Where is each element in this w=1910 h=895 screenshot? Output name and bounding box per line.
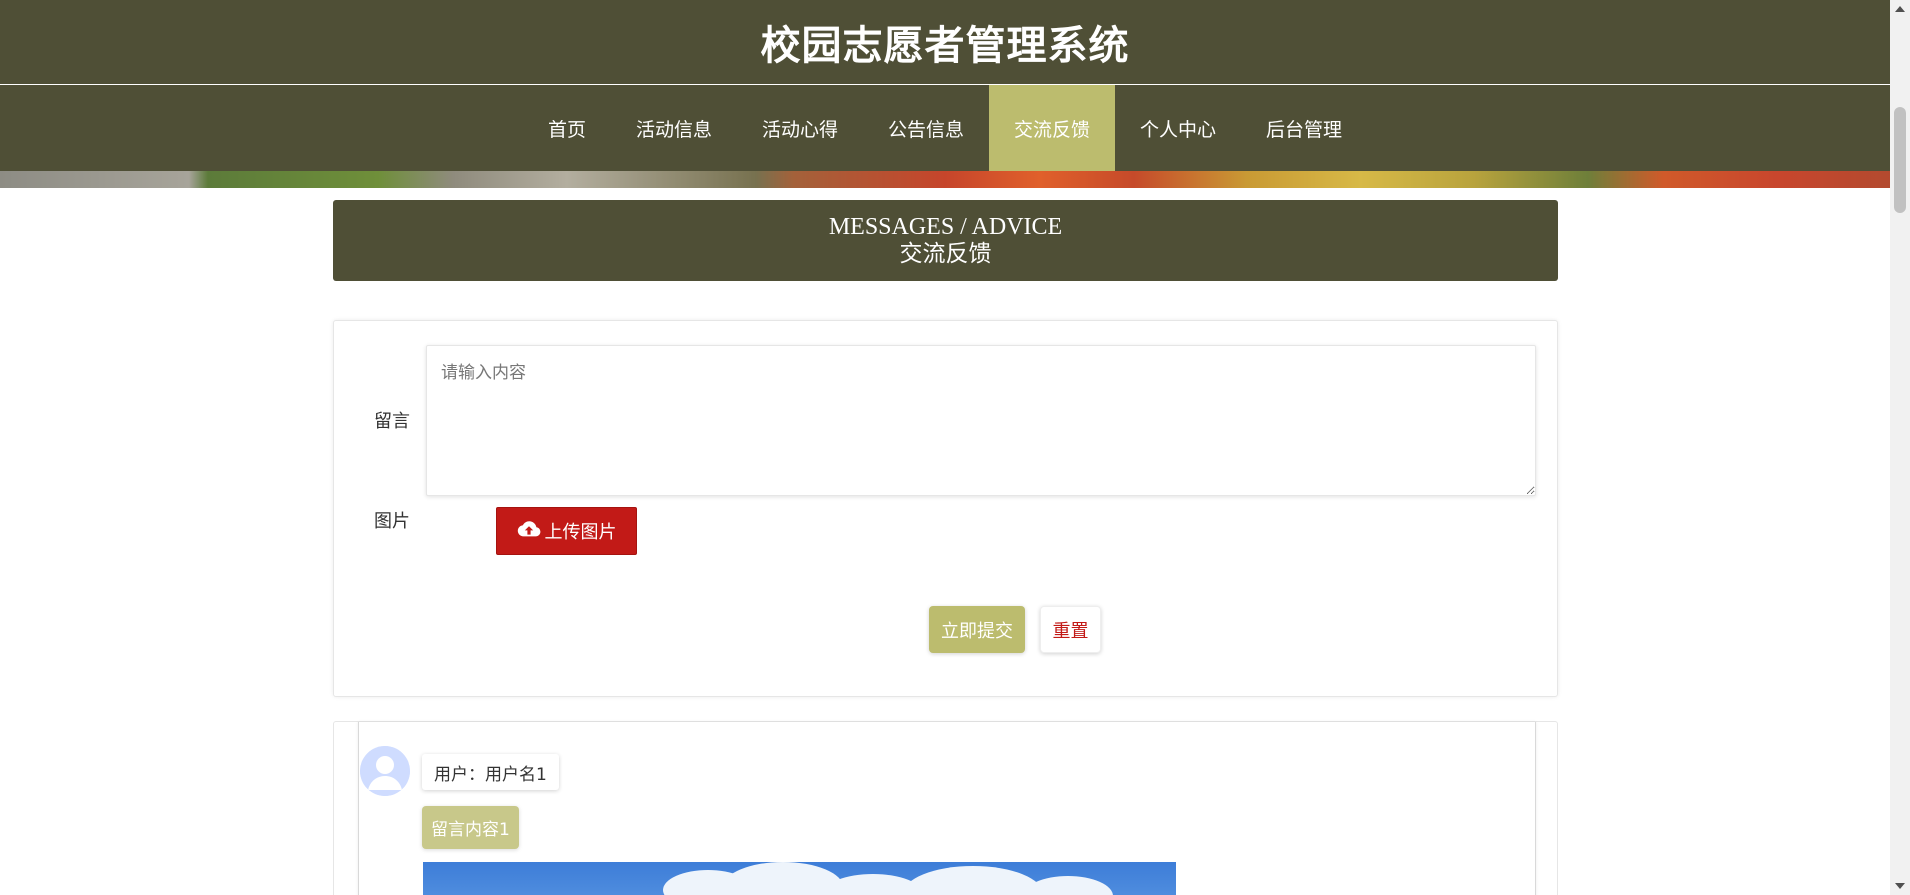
nav-item-feedback[interactable]: 交流反馈 <box>989 85 1116 171</box>
message-label: 留言 <box>374 411 410 432</box>
image-label: 图片 <box>374 511 410 532</box>
main-nav: 首页 活动信息 活动心得 公告信息 交流反馈 个人中心 后台管理 <box>0 85 1890 171</box>
scrollbar-thumb[interactable] <box>1894 107 1906 213</box>
nav-item-announcements[interactable]: 公告信息 <box>863 85 989 171</box>
list-item: 用户：用户名1 留言内容1 <box>358 722 1536 895</box>
banner-image <box>0 171 1890 188</box>
nav-item-admin[interactable]: 后台管理 <box>1241 85 1367 171</box>
vertical-scrollbar[interactable] <box>1890 0 1910 895</box>
nav-item-activity-experience[interactable]: 活动心得 <box>737 85 863 171</box>
section-title-en: MESSAGES / ADVICE <box>828 213 1063 240</box>
message-image <box>423 862 1176 895</box>
user-avatar-icon <box>360 746 410 796</box>
nav-item-home[interactable]: 首页 <box>523 85 611 171</box>
page: 校园志愿者管理系统 首页 活动信息 活动心得 公告信息 交流反馈 个人中心 后台… <box>0 0 1910 895</box>
message-textarea[interactable] <box>426 345 1536 496</box>
upload-image-label: 上传图片 <box>544 522 617 543</box>
submit-button[interactable]: 立即提交 <box>929 606 1025 653</box>
scroll-up-arrow-icon[interactable] <box>1890 0 1910 18</box>
message-content: 留言内容1 <box>422 806 519 849</box>
site-title: 校园志愿者管理系统 <box>760 23 1130 69</box>
section-heading: MESSAGES / ADVICE 交流反馈 <box>333 200 1558 281</box>
scroll-down-arrow-icon[interactable] <box>1890 877 1910 895</box>
section-title-cn: 交流反馈 <box>899 240 992 267</box>
message-user: 用户：用户名1 <box>422 754 559 790</box>
reset-button[interactable]: 重置 <box>1040 606 1101 653</box>
site-header: 校园志愿者管理系统 <box>0 0 1890 85</box>
cloud-upload-icon <box>517 519 541 544</box>
nav-item-personal-center[interactable]: 个人中心 <box>1115 85 1241 171</box>
feedback-form: 留言 图片 上传图片 立即提交 重置 <box>333 320 1558 697</box>
nav-item-activity-info[interactable]: 活动信息 <box>611 85 737 171</box>
upload-image-button[interactable]: 上传图片 <box>496 507 637 555</box>
message-list: 用户：用户名1 留言内容1 <box>333 721 1558 895</box>
